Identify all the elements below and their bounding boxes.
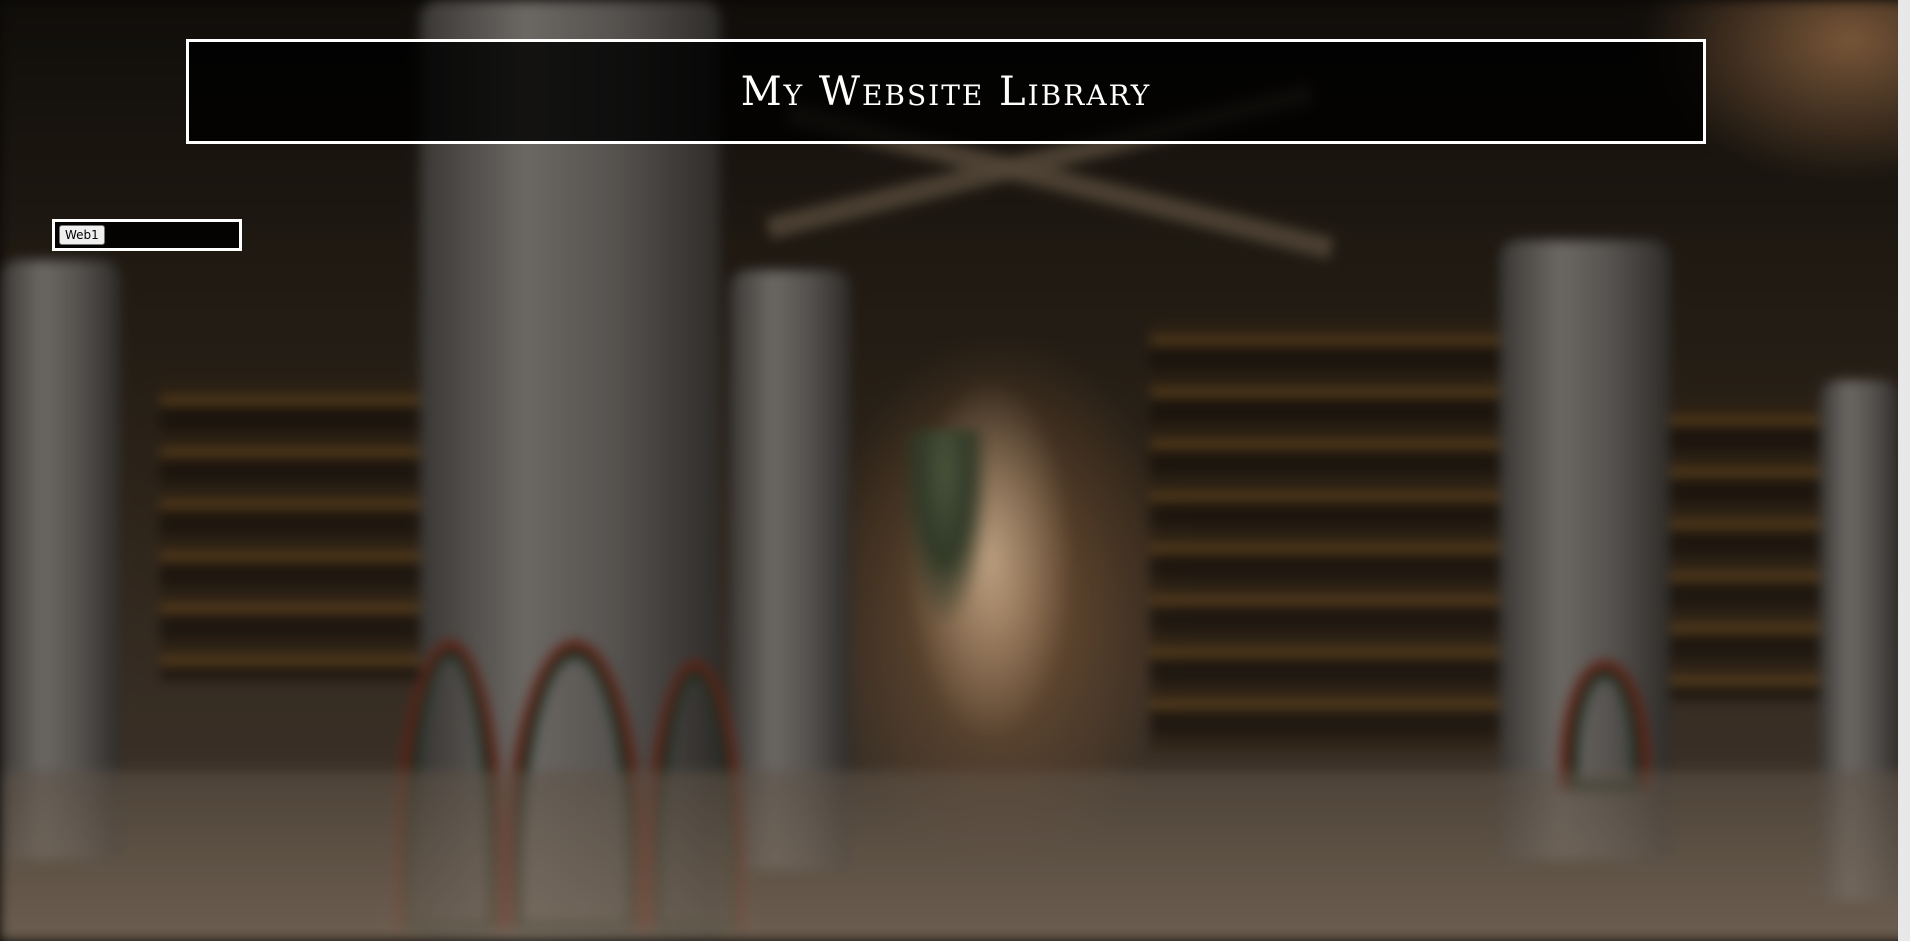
site-header: My Website Library: [186, 39, 1706, 144]
page-title: My Website Library: [740, 68, 1152, 115]
page: My Website Library Web1: [0, 0, 1910, 941]
website-button-web1[interactable]: Web1: [59, 225, 105, 245]
website-list: Web1: [52, 219, 242, 251]
vertical-scrollbar[interactable]: [1898, 0, 1910, 941]
